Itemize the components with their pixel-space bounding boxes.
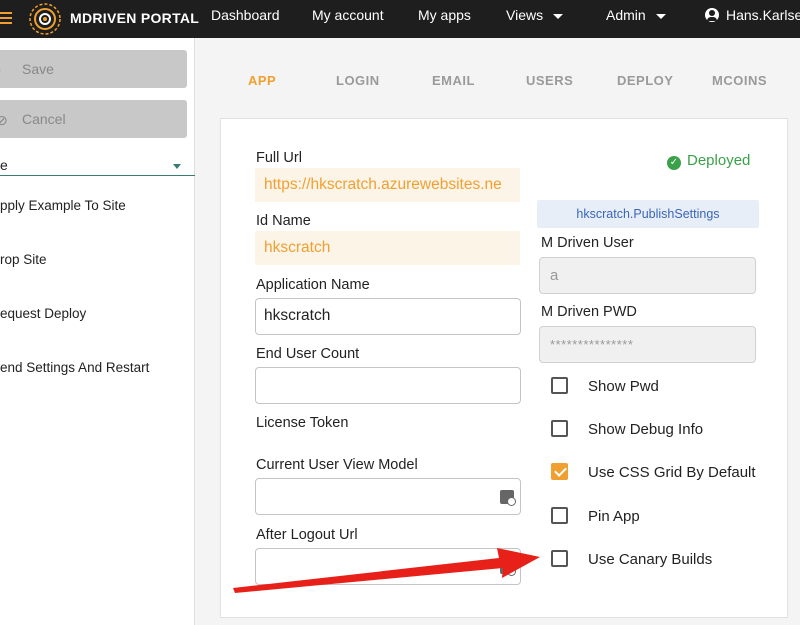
annotation-arrow <box>233 548 540 593</box>
